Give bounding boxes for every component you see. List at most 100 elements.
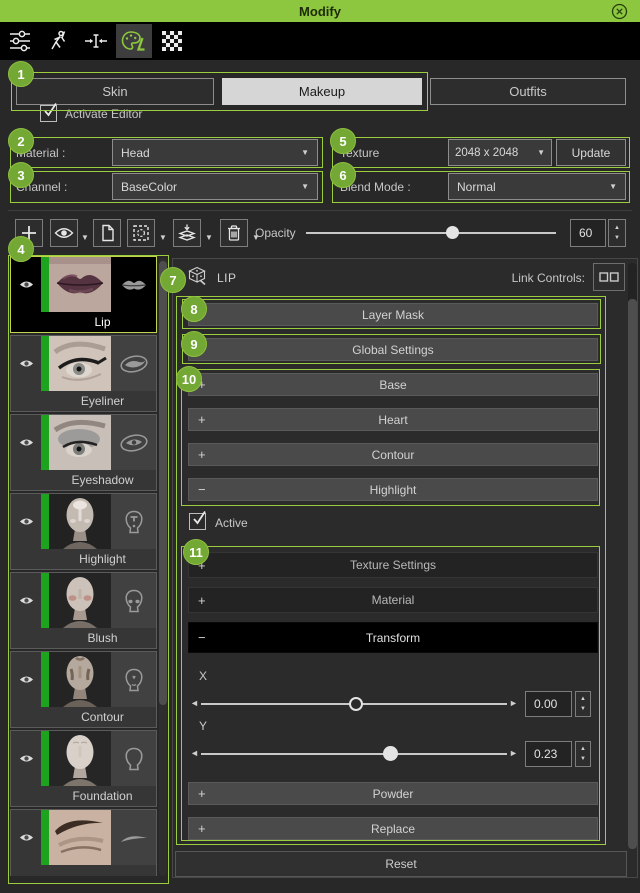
section-texture-settings[interactable]: + Texture Settings (188, 552, 598, 578)
foundation-face-icon (111, 731, 156, 786)
scrollbar-thumb[interactable] (159, 261, 167, 705)
tab-makeup[interactable]: Makeup (222, 78, 422, 105)
close-icon[interactable] (610, 2, 628, 20)
chevron-down-icon[interactable]: ▼ (159, 233, 167, 242)
visibility-eye-button[interactable] (50, 219, 78, 247)
select-area-button[interactable] (127, 219, 155, 247)
layer-active-bar (41, 257, 49, 312)
panel-scrollbar[interactable] (628, 263, 637, 845)
section-label: Material (372, 593, 415, 607)
opacity-stepper[interactable]: ▲▼ (608, 219, 626, 247)
layer-visibility-eye-icon[interactable] (11, 573, 41, 628)
merge-layers-button[interactable] (173, 219, 201, 247)
section-material[interactable]: + Material (188, 587, 598, 613)
channel-dropdown[interactable]: BaseColor ▼ (112, 173, 318, 200)
section-powder[interactable]: + Powder (188, 782, 598, 805)
tab-skin[interactable]: Skin (16, 78, 214, 105)
layer-item-contour[interactable]: Contour (10, 651, 157, 728)
section-label: Heart (378, 413, 407, 427)
makeup-palette-icon[interactable] (116, 24, 152, 58)
opacity-slider-thumb[interactable] (446, 226, 459, 239)
delete-layer-button[interactable] (220, 219, 248, 247)
slider-right-arrow-icon[interactable]: ► (509, 749, 518, 758)
adjust-sliders-icon[interactable] (2, 24, 38, 58)
layer-item-blush[interactable]: Blush (10, 572, 157, 649)
layer-item-lip[interactable]: Lip (10, 256, 157, 333)
morph-width-icon[interactable] (78, 24, 114, 58)
layer-item-eyebrow[interactable] (10, 809, 157, 876)
layer-visibility-eye-icon[interactable] (11, 494, 41, 549)
chevron-down-icon: ▼ (537, 148, 545, 157)
collapse-icon: − (198, 630, 206, 645)
link-controls-label: Link Controls: (512, 271, 585, 285)
x-value[interactable]: 0.00 (525, 691, 572, 717)
material-dropdown[interactable]: Head ▼ (112, 139, 318, 166)
slider-left-arrow-icon[interactable]: ◄ (190, 699, 199, 708)
texture-size-dropdown[interactable]: 2048 x 2048 ▼ (448, 139, 552, 166)
layer-thumbnail-eyebrow (49, 810, 111, 865)
y-stepper[interactable]: ▲▼ (575, 741, 591, 767)
layer-list-scrollbar[interactable] (159, 258, 167, 876)
eye-icon (54, 226, 74, 240)
section-label: Transform (366, 631, 420, 645)
section-label: Texture Settings (350, 558, 436, 572)
annotation-badge-11: 11 (183, 539, 209, 565)
pose-icon[interactable] (40, 24, 76, 58)
activate-editor-checkbox[interactable] (40, 105, 57, 122)
reset-button[interactable]: Reset (175, 851, 627, 877)
layer-visibility-eye-icon[interactable] (11, 731, 41, 786)
opacity-slider-track[interactable] (306, 232, 556, 234)
layer-active-bar (41, 415, 49, 470)
annotation-badge-10: 10 (176, 366, 202, 392)
active-label: Active (215, 516, 248, 530)
active-checkbox[interactable] (189, 513, 206, 530)
x-slider-thumb[interactable] (349, 697, 363, 711)
slider-left-arrow-icon[interactable]: ◄ (190, 749, 199, 758)
layer-settings-panel: LIP Link Controls: + Layer Mask + Global… (172, 258, 638, 878)
blend-mode-value: Normal (457, 180, 496, 194)
section-label: Base (379, 378, 406, 392)
layer-label: Lip (49, 312, 156, 332)
section-base[interactable]: + Base (188, 373, 598, 396)
section-contour[interactable]: + Contour (188, 443, 598, 466)
annotation-badge-9: 9 (181, 331, 207, 357)
divider (8, 210, 632, 211)
chevron-down-icon[interactable]: ▼ (205, 233, 213, 242)
section-label: Global Settings (352, 343, 433, 357)
section-highlight[interactable]: − Highlight (188, 478, 598, 501)
duplicate-layer-button[interactable] (93, 219, 121, 247)
layer-visibility-eye-icon[interactable] (11, 810, 41, 865)
layer-item-eyeliner[interactable]: Eyeliner (10, 335, 157, 412)
section-transform[interactable]: − Transform (188, 622, 598, 653)
layer-thumbnail-foundation (49, 731, 111, 786)
opacity-value[interactable]: 60 (570, 219, 606, 247)
layer-thumbnail-contour (49, 652, 111, 707)
layer-item-eyeshadow[interactable]: Eyeshadow (10, 414, 157, 491)
layer-visibility-eye-icon[interactable] (11, 652, 41, 707)
y-slider-thumb[interactable] (383, 746, 398, 761)
x-stepper[interactable]: ▲▼ (575, 691, 591, 717)
chevron-down-icon: ▼ (301, 182, 309, 191)
y-value[interactable]: 0.23 (525, 741, 572, 767)
y-slider-track[interactable] (201, 753, 507, 755)
chevron-down-icon[interactable]: ▼ (81, 233, 89, 242)
section-global-settings[interactable]: + Global Settings (188, 338, 598, 361)
update-button[interactable]: Update (556, 139, 626, 166)
layer-item-highlight[interactable]: Highlight (10, 493, 157, 570)
link-controls-button[interactable] (593, 263, 625, 291)
layer-item-foundation[interactable]: Foundation (10, 730, 157, 807)
tab-outfits[interactable]: Outfits (430, 78, 626, 105)
section-layer-mask[interactable]: + Layer Mask (188, 303, 598, 326)
blend-mode-dropdown[interactable]: Normal ▼ (448, 173, 626, 200)
section-replace[interactable]: + Replace (188, 817, 598, 840)
material-value: Head (121, 146, 150, 160)
section-heart[interactable]: + Heart (188, 408, 598, 431)
annotation-badge-2: 2 (8, 128, 34, 154)
slider-right-arrow-icon[interactable]: ► (509, 699, 518, 708)
layer-visibility-eye-icon[interactable] (11, 336, 41, 391)
layer-visibility-eye-icon[interactable] (11, 257, 41, 312)
texture-checker-icon[interactable] (154, 24, 190, 58)
layer-thumbnail-eyeshadow (49, 415, 111, 470)
scrollbar-thumb[interactable] (628, 299, 637, 849)
layer-visibility-eye-icon[interactable] (11, 415, 41, 470)
